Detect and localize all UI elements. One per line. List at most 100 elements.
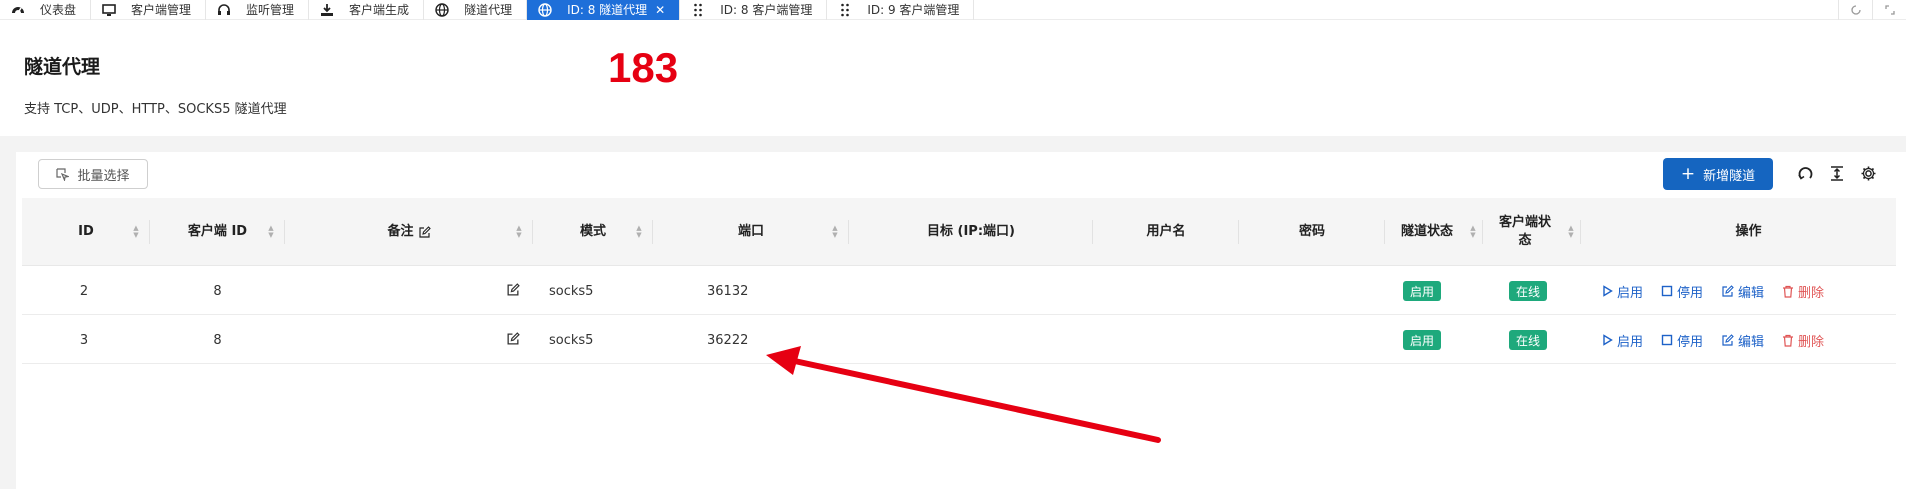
header-mode[interactable]: 模式 ▲ ▼ <box>533 198 653 266</box>
fullscreen-icon[interactable] <box>1872 0 1906 20</box>
add-tunnel-button[interactable]: + 新增隧道 <box>1663 158 1773 190</box>
tab-bar: 仪表盘 客户端管理 监听管理 客户端生成 隧道代理 ID: 8 隧道代理 ✕ I… <box>0 0 1906 20</box>
cell-id: 2 <box>79 283 89 299</box>
cell-client-id: 8 <box>213 283 222 299</box>
cell-password <box>1239 316 1385 364</box>
close-icon[interactable]: ✕ <box>655 3 665 17</box>
edit-remark-icon[interactable] <box>506 283 520 297</box>
edit-icon <box>1721 284 1734 298</box>
trash-icon <box>1782 285 1794 298</box>
play-icon <box>1602 334 1613 346</box>
status-badge: 启用 <box>1403 281 1442 301</box>
disable-button[interactable]: 停用 <box>1661 282 1703 301</box>
tab-listener-management[interactable]: 监听管理 <box>206 0 310 20</box>
cell-client-status: 在线 <box>1483 316 1581 364</box>
header-tunnel-status[interactable]: 隧道状态 ▲ ▼ <box>1385 198 1483 266</box>
enable-button[interactable]: 启用 <box>1602 282 1643 301</box>
page-description: 支持 TCP、UDP、HTTP、SOCKS5 隧道代理 <box>24 102 287 117</box>
header-client-id[interactable]: 客户端 ID ▲ ▼ <box>150 198 285 266</box>
tab-client-management[interactable]: 客户端管理 <box>91 0 207 20</box>
tab-client-generate[interactable]: 客户端生成 <box>309 0 425 20</box>
tab-id8-tunnel-proxy[interactable]: ID: 8 隧道代理 ✕ <box>527 0 681 20</box>
edit-icon <box>418 225 431 239</box>
header-label: 客户端状 <box>1498 215 1551 230</box>
add-tunnel-label: 新增隧道 <box>1703 168 1756 184</box>
delete-button[interactable]: 删除 <box>1782 282 1824 301</box>
status-badge: 启用 <box>1403 330 1442 350</box>
edit-button[interactable]: 编辑 <box>1721 282 1764 301</box>
header-label: 端口 <box>737 224 764 239</box>
sort-icon[interactable]: ▲ ▼ <box>1567 225 1575 239</box>
globe-icon <box>537 2 553 18</box>
tab-label: 仪表盘 <box>40 3 77 17</box>
cell-client-id: 8 <box>213 332 222 348</box>
cell-remark <box>285 316 533 364</box>
page-title: 隧道代理 <box>24 56 101 78</box>
tab-label: ID: 8 隧道代理 <box>567 3 648 17</box>
drag-handle-icon[interactable] <box>690 2 706 18</box>
header-remark[interactable]: 备注 ▲ ▼ <box>285 198 533 266</box>
drag-handle-icon[interactable] <box>837 2 853 18</box>
action-label: 删除 <box>1798 285 1825 301</box>
plus-icon: + <box>1680 163 1696 184</box>
batch-select-label: 批量选择 <box>77 168 130 184</box>
refresh-tab-icon[interactable] <box>1838 0 1872 20</box>
sort-icon[interactable]: ▲ ▼ <box>515 225 523 239</box>
globe-icon <box>434 2 450 18</box>
sort-icon[interactable]: ▲ ▼ <box>267 225 275 239</box>
header-label: 用户名 <box>1146 224 1186 239</box>
download-icon <box>319 2 335 18</box>
cell-target <box>849 267 1093 315</box>
column-height-icon[interactable] <box>1826 162 1848 184</box>
enable-button[interactable]: 启用 <box>1602 331 1643 350</box>
cell-client-status: 在线 <box>1483 267 1581 315</box>
action-label: 启用 <box>1617 334 1644 350</box>
header-label: 隧道状态 <box>1400 224 1453 239</box>
action-label: 停用 <box>1677 285 1704 301</box>
header-id[interactable]: ID ▲ ▼ <box>22 198 150 266</box>
sort-icon[interactable]: ▲ ▼ <box>635 225 643 239</box>
settings-gear-icon[interactable] <box>1857 162 1879 184</box>
table-header: ID ▲ ▼ 客户端 ID ▲ ▼ 备注 ▲ ▼ 模式 ▲ ▼ 端口 ▲ ▼ 目标 (IP… <box>22 198 1896 266</box>
header-actions: 操作 <box>1581 198 1906 266</box>
tab-label: 监听管理 <box>246 3 295 17</box>
tab-label: 客户端管理 <box>131 3 192 17</box>
action-label: 编辑 <box>1738 334 1765 350</box>
action-label: 启用 <box>1617 285 1644 301</box>
action-label: 编辑 <box>1738 285 1765 301</box>
sort-icon[interactable]: ▲ ▼ <box>132 225 140 239</box>
cell-remark <box>285 267 533 315</box>
action-label: 删除 <box>1798 334 1825 350</box>
edit-remark-icon[interactable] <box>506 332 520 346</box>
header-username: 用户名 <box>1093 198 1239 266</box>
play-icon <box>1602 285 1613 297</box>
table-row: 3 8 socks5 36222 启用 在线 启用 停用 编辑 删除 <box>22 316 1896 364</box>
status-badge: 在线 <box>1509 330 1548 350</box>
header-port[interactable]: 端口 ▲ ▼ <box>653 198 849 266</box>
delete-button[interactable]: 删除 <box>1782 331 1824 350</box>
edit-button[interactable]: 编辑 <box>1721 331 1764 350</box>
header-client-status[interactable]: 客户端状 态 ▲ ▼ <box>1483 198 1581 266</box>
sort-icon[interactable]: ▲ ▼ <box>1469 225 1477 239</box>
cell-mode: socks5 <box>549 332 594 348</box>
cell-actions: 启用 停用 编辑 删除 <box>1602 316 1906 364</box>
tab-label: 客户端生成 <box>349 3 410 17</box>
batch-select-button[interactable]: 批量选择 <box>38 159 148 189</box>
refresh-icon[interactable] <box>1794 162 1816 184</box>
cell-port: 36222 <box>707 332 749 348</box>
header-label: 备注 <box>387 224 414 239</box>
disable-button[interactable]: 停用 <box>1661 331 1703 350</box>
page-header: 隧道代理 支持 TCP、UDP、HTTP、SOCKS5 隧道代理 183 <box>0 20 1906 136</box>
header-target: 目标 (IP:端口) <box>849 198 1093 266</box>
sort-icon[interactable]: ▲ ▼ <box>831 225 839 239</box>
tab-tunnel-proxy[interactable]: 隧道代理 <box>424 0 528 20</box>
cell-port: 36132 <box>707 283 749 299</box>
header-label: 模式 <box>579 224 606 239</box>
tab-dashboard[interactable]: 仪表盘 <box>0 0 92 20</box>
header-label: ID <box>78 224 94 239</box>
tab-id9-client-management[interactable]: ID: 9 客户端管理 <box>827 0 975 20</box>
tab-id8-client-management[interactable]: ID: 8 客户端管理 <box>680 0 828 20</box>
header-label: 密码 <box>1298 224 1325 239</box>
header-password: 密码 <box>1239 198 1385 266</box>
cell-target <box>849 316 1093 364</box>
